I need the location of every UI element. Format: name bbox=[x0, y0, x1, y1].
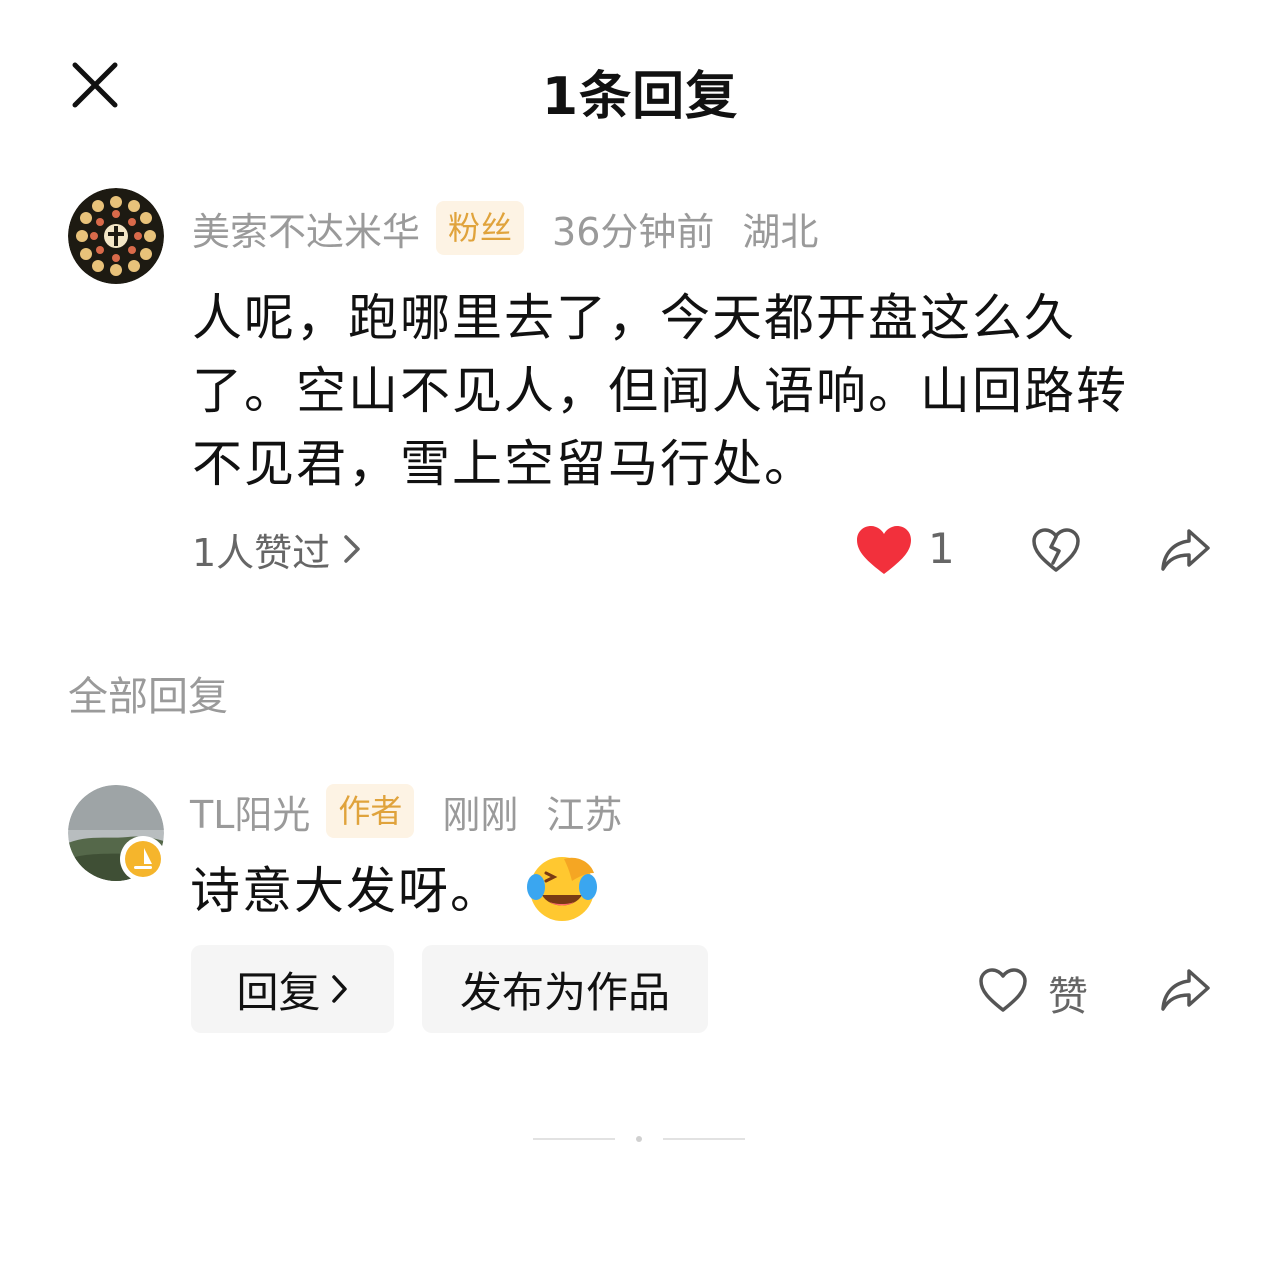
reply-location: 江苏 bbox=[546, 792, 623, 837]
likers-label: 1人赞过 bbox=[192, 530, 331, 575]
likers-link[interactable]: 1人赞过 bbox=[192, 524, 362, 575]
reply-like-button[interactable] bbox=[976, 964, 1030, 1016]
chevron-right-icon bbox=[344, 535, 360, 563]
publish-as-work-button[interactable]: 发布为作品 bbox=[422, 945, 708, 1033]
page-title: 1条回复 bbox=[541, 67, 739, 127]
comment-text[interactable]: 人呢，跑哪里去了，今天都开盘这么久 了。空山不见人，但闻人语响。山回路转 不见君… bbox=[192, 282, 1192, 501]
fan-badge: 粉丝 bbox=[436, 201, 525, 255]
reply-time: 刚刚 bbox=[442, 792, 519, 837]
all-replies-label: 全部回复 bbox=[68, 674, 228, 720]
sailboat-icon bbox=[125, 841, 161, 877]
reply-text: 诗意大发呀。 bbox=[190, 862, 502, 920]
share-button[interactable] bbox=[1156, 522, 1214, 578]
reply-like-label[interactable]: 赞 bbox=[1048, 964, 1088, 1022]
comment-text-line: 了。空山不见人，但闻人语响。山回路转 bbox=[192, 362, 1128, 420]
laughing-crying-emoji bbox=[527, 857, 597, 921]
share-arrow-icon bbox=[1161, 529, 1210, 571]
header: 1条回复 bbox=[0, 40, 1280, 136]
reply-username[interactable]: TL阳光 bbox=[190, 784, 310, 839]
broken-heart-icon bbox=[1032, 528, 1080, 572]
creator-badge bbox=[120, 836, 166, 882]
author-badge: 作者 bbox=[326, 784, 415, 838]
avatar-image bbox=[68, 188, 164, 284]
chevron-right-icon bbox=[331, 975, 347, 1003]
comment-text-line: 人呢，跑哪里去了，今天都开盘这么久 bbox=[192, 289, 1076, 347]
publish-button-label: 发布为作品 bbox=[459, 967, 670, 1017]
comment-time: 36分钟前 bbox=[552, 209, 715, 254]
like-button[interactable] bbox=[852, 520, 916, 580]
heart-filled-icon bbox=[857, 526, 911, 574]
comment-avatar[interactable] bbox=[68, 188, 164, 284]
loading-indicator bbox=[533, 1136, 745, 1142]
reply-content[interactable]: 诗意大发呀。 bbox=[190, 852, 602, 922]
comment-username[interactable]: 美索不达米华 bbox=[192, 201, 420, 256]
reply-button-label: 回复 bbox=[236, 967, 321, 1017]
comment-meta: 美索不达米华 粉丝 36分钟前 湖北 bbox=[192, 200, 818, 256]
reply-button[interactable]: 回复 bbox=[191, 945, 394, 1033]
comment-text-line: 不见君，雪上空留马行处。 bbox=[192, 435, 816, 493]
reply-sheet: 1条回复 美索不达米华 粉丝 36分钟前 湖北 人呢，跑哪里去了，今天都开盘这么… bbox=[0, 0, 1280, 1269]
dislike-button[interactable] bbox=[1026, 520, 1086, 580]
share-arrow-icon bbox=[1161, 969, 1210, 1011]
comment-location: 湖北 bbox=[742, 209, 819, 254]
reply-meta: TL阳光 作者 刚刚 江苏 bbox=[190, 783, 622, 839]
heart-outline-icon bbox=[979, 968, 1027, 1012]
like-count: 1 bbox=[928, 524, 955, 573]
reply-share-button[interactable] bbox=[1156, 962, 1214, 1018]
